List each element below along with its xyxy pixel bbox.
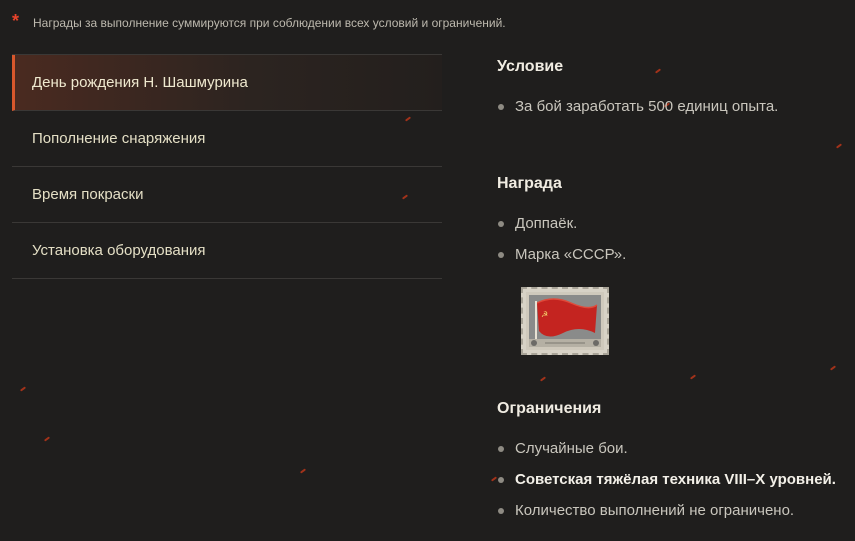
list-item: За бой заработать 500 единиц опыта. bbox=[497, 97, 855, 128]
ember-particle bbox=[299, 468, 307, 474]
note-text: Награды за выполнение суммируются при со… bbox=[33, 16, 506, 30]
restrictions-list: Случайные бои. Советская тяжёлая техника… bbox=[497, 439, 855, 532]
list-item: Марка «СССР». bbox=[497, 245, 855, 276]
menu-item-equipment[interactable]: Установка оборудования bbox=[12, 223, 442, 279]
reward-title: Награда bbox=[497, 175, 562, 192]
list-item: Советская тяжёлая техника VIII–X уровней… bbox=[497, 470, 855, 501]
menu-item-label: День рождения Н. Шашмурина bbox=[32, 74, 248, 91]
condition-list: За бой заработать 500 единиц опыта. bbox=[497, 97, 855, 128]
menu-item-label: Пополнение снаряжения bbox=[32, 130, 206, 147]
ussr-flag-stamp-icon: ☭ bbox=[521, 287, 609, 355]
list-item: Случайные бои. bbox=[497, 439, 855, 470]
bullet-icon bbox=[498, 508, 504, 514]
asterisk-marker: * bbox=[12, 11, 20, 31]
list-item: Доппаёк. bbox=[497, 214, 855, 245]
menu-item-label: Время покраски bbox=[32, 186, 144, 203]
reward-list: Доппаёк. Марка «СССР». bbox=[497, 214, 855, 276]
bullet-icon bbox=[498, 104, 504, 110]
condition-title: Условие bbox=[497, 58, 564, 75]
ember-particle bbox=[19, 386, 27, 392]
list-item: Количество выполнений не ограничено. bbox=[497, 501, 855, 532]
menu-item-painting[interactable]: Время покраски bbox=[12, 167, 442, 223]
menu-item-birthday[interactable]: День рождения Н. Шашмурина bbox=[12, 55, 442, 111]
bullet-icon bbox=[498, 252, 504, 258]
svg-text:☭: ☭ bbox=[541, 310, 548, 319]
rewards-note: * Награды за выполнение суммируются при … bbox=[12, 11, 506, 32]
bullet-icon bbox=[498, 477, 504, 483]
restrictions-title: Ограничения bbox=[497, 400, 602, 417]
mission-details: Условие За бой заработать 500 единиц опы… bbox=[497, 56, 855, 532]
condition-section: Условие За бой заработать 500 единиц опы… bbox=[497, 56, 855, 128]
ember-particle bbox=[43, 436, 51, 442]
mission-menu: День рождения Н. Шашмурина Пополнение сн… bbox=[12, 54, 442, 279]
menu-item-label: Установка оборудования bbox=[32, 242, 206, 259]
bullet-icon bbox=[498, 446, 504, 452]
restrictions-section: Ограничения Случайные бои. Советская тяж… bbox=[497, 398, 855, 532]
bullet-icon bbox=[498, 221, 504, 227]
menu-item-resupply[interactable]: Пополнение снаряжения bbox=[12, 111, 442, 167]
reward-section: Награда Доппаёк. Марка «СССР». ☭ bbox=[497, 173, 855, 355]
